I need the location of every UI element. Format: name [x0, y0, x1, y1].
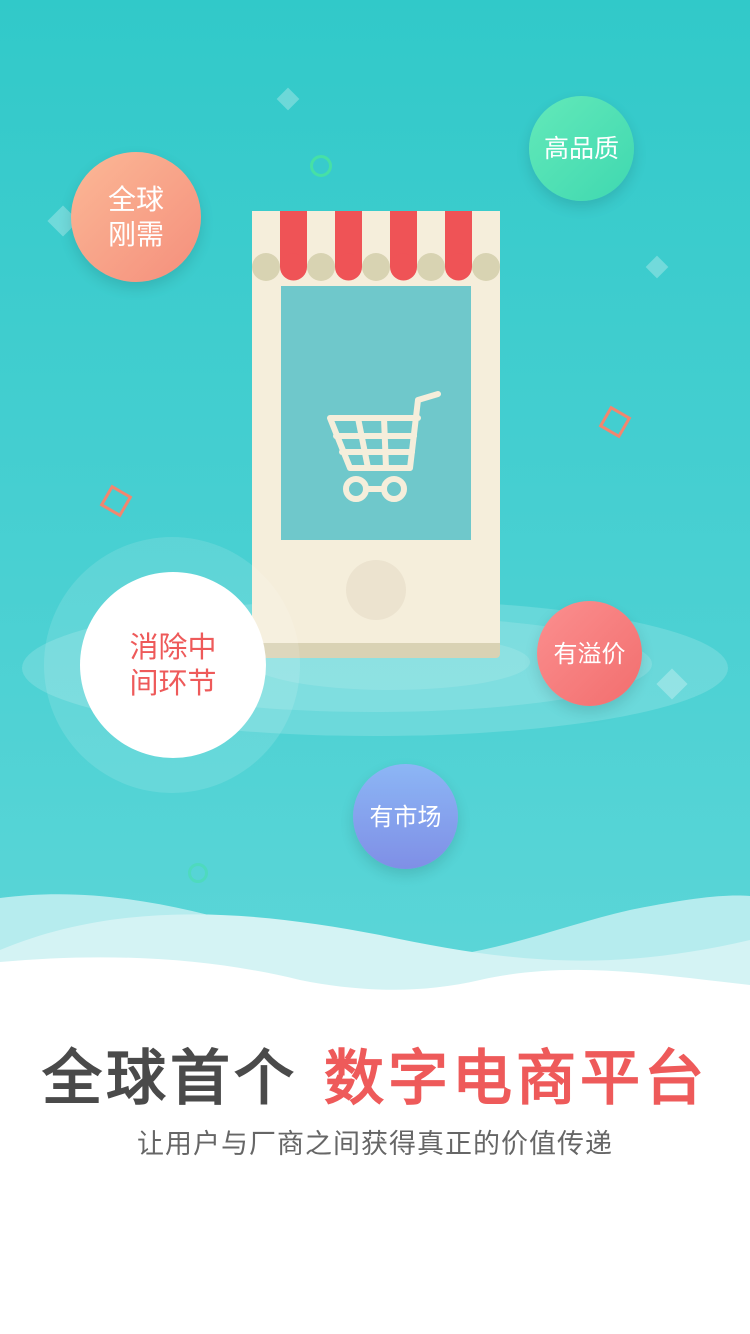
bubble-global-demand: 全球 刚需: [71, 152, 201, 282]
bubble-global-demand-line2: 刚需: [107, 218, 164, 251]
headline-part2: 数字电商平台: [324, 1044, 708, 1114]
subtitle: 让用户与厂商之间获得真正的价值传递: [137, 1129, 613, 1160]
decor-diamond: [645, 255, 669, 279]
wave-divider: [0, 894, 750, 1000]
bubble-high-quality-label: 高品质: [543, 133, 619, 163]
bubble-remove-middleman-line1: 消除中: [129, 629, 217, 664]
bubble-has-market-label: 有市场: [369, 802, 442, 831]
decor-diamond-outline: [598, 405, 632, 439]
bubble-premium-price-label: 有溢价: [553, 639, 626, 668]
bubble-remove-middleman-line2: 间环节: [129, 666, 217, 700]
main-headline: 全球首个 数字电商平台: [0, 1030, 750, 1117]
bubble-has-market: 有市场: [353, 764, 458, 869]
awning-icon: [252, 211, 500, 281]
bubble-remove-middleman: 消除中 间环节: [80, 572, 266, 758]
bubble-global-demand-line1: 全球: [107, 183, 164, 216]
decor-diamond: [276, 87, 300, 111]
headline-part1: 全球首个: [42, 1044, 298, 1114]
decor-ring: [310, 155, 332, 177]
bubble-high-quality: 高品质: [529, 96, 634, 201]
shopping-cart-icon: [327, 391, 441, 502]
hero-illustration: 全球 刚需 高品质 消除中 间环节 有溢价 有市场: [0, 0, 750, 1000]
bubble-premium-price: 有溢价: [537, 601, 642, 706]
phone-home-button: [346, 560, 406, 620]
decor-diamond-outline: [99, 484, 133, 518]
